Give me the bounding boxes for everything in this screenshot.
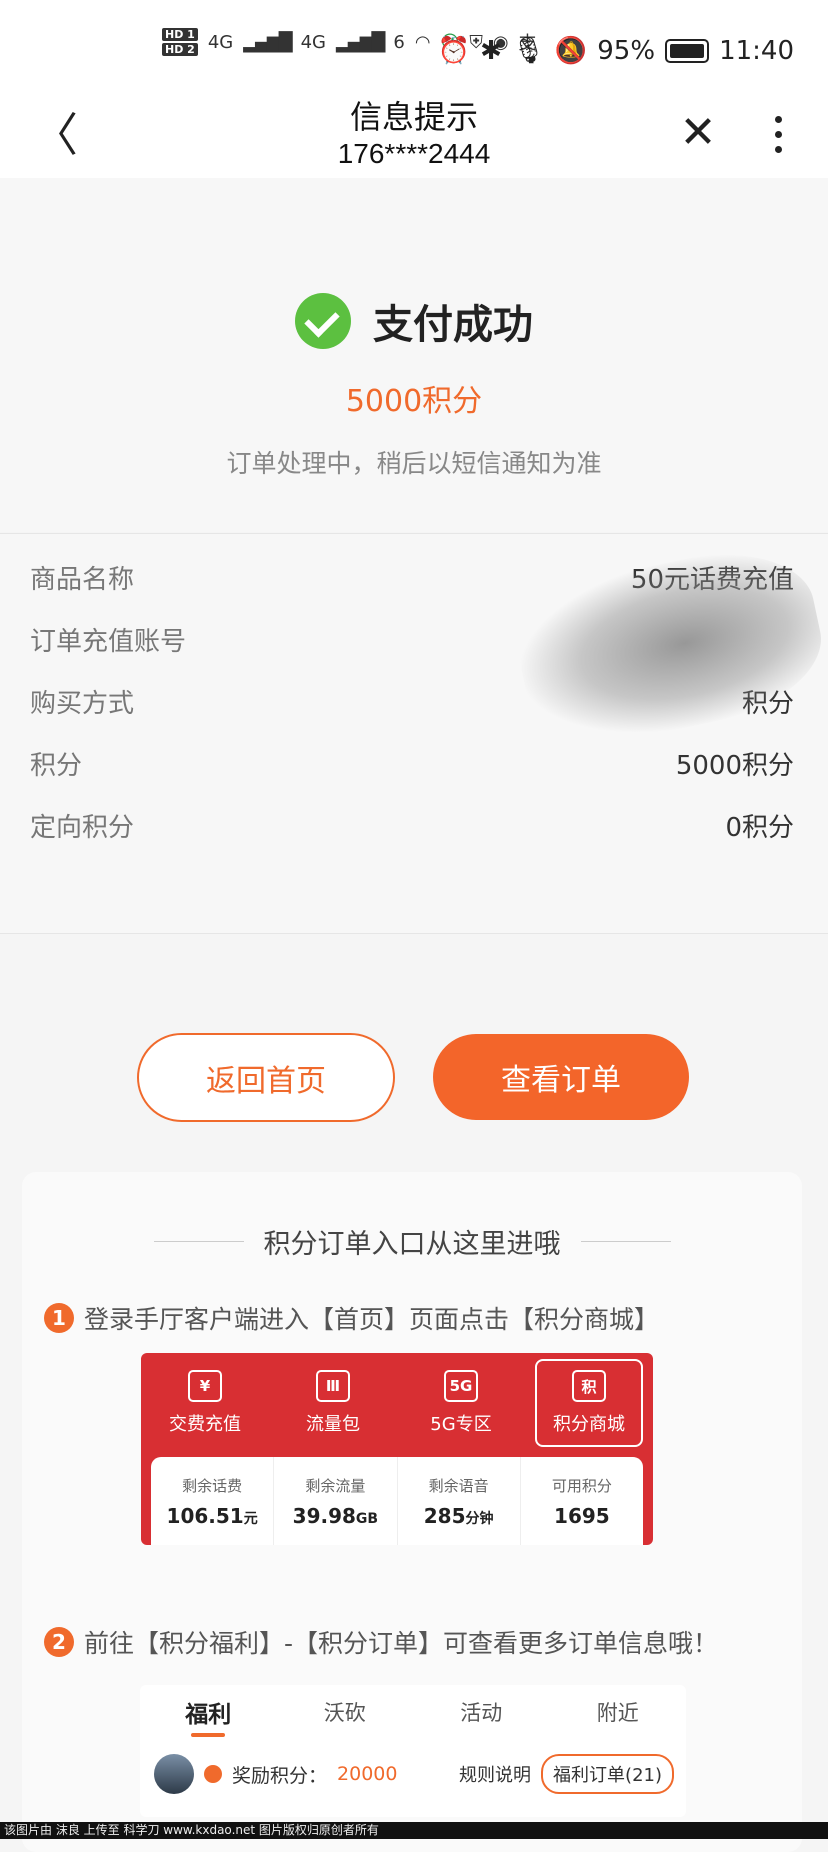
menu-label: 流量包	[306, 1414, 360, 1435]
stat-item: 剩余话费 106.51元	[151, 1457, 275, 1545]
detail-key: 购买方式	[30, 688, 135, 719]
mic-icon: 🎙	[511, 36, 545, 66]
menu-item: ¥ 交费充值	[141, 1353, 269, 1453]
stat-item: 可用积分 1695	[521, 1457, 643, 1545]
battery-percent: 95%	[597, 36, 656, 66]
status-right: ⏰ ✱ 🎙 🔕 95% 11:40	[438, 36, 794, 66]
detail-value: 5000积分	[675, 750, 794, 781]
watermark-footer: 该图片由 沫良 上传至 科学刀 www.kxdao.net 图片版权归原创者所有	[0, 1822, 828, 1839]
stat-label: 可用积分	[551, 1476, 612, 1495]
tab-nearby: 附近	[596, 1701, 639, 1725]
stat-label: 剩余话费	[182, 1476, 243, 1495]
menu-label: 5G专区	[430, 1414, 492, 1435]
divider	[153, 1241, 244, 1242]
wifi-label: 6	[393, 31, 405, 53]
welfare-orders-pill: 福利订单(21)	[541, 1754, 674, 1794]
detail-key: 积分	[30, 750, 83, 781]
stat-number: 39.98	[292, 1503, 356, 1528]
net1-label: 4G	[207, 31, 234, 53]
wifi-icon: ◠	[414, 31, 431, 53]
guide-title: 积分订单入口从这里进哦	[263, 1229, 561, 1260]
tab-activity: 活动	[460, 1701, 503, 1725]
alarm-icon: ⏰	[437, 36, 471, 66]
detail-value: 0积分	[725, 812, 794, 843]
divider	[580, 1241, 671, 1242]
balance-stats: 剩余话费 106.51元 剩余流量 39.98GB 剩余语音 285分钟 可用积…	[151, 1457, 643, 1545]
menu-label: 交费充值	[169, 1414, 241, 1435]
paid-amount: 5000积分	[345, 384, 483, 419]
stat-unit: GB	[355, 1510, 379, 1527]
welfare-tabs: 福利 沃砍 活动 附近	[140, 1685, 686, 1739]
detail-key: 订单充值账号	[30, 626, 187, 657]
welfare-screenshot: 福利 沃砍 活动 附近 奖励积分： 20000 规则说明 福利订单(21)	[140, 1685, 686, 1817]
stat-item: 剩余流量 39.98GB	[274, 1457, 398, 1545]
stat-value: 106.51元	[167, 1504, 258, 1528]
signal-icon: ▂▄▆█	[243, 31, 292, 53]
stat-number: 285	[423, 1503, 466, 1528]
tab-welfare: 福利	[140, 1685, 277, 1739]
status-bar: HD 1 HD 2 4G ▂▄▆█ 4G ▂▄▆█ 6 ◠ ☺ ⛨ ◉ 支 ⏰ …	[0, 0, 828, 100]
signal-icon-2: ▂▄▆█	[336, 31, 385, 53]
menu-item: Ⅲ 流量包	[269, 1353, 397, 1453]
stat-value: 39.98GB	[293, 1504, 378, 1528]
reward-row: 奖励积分： 20000 规则说明 福利订单(21)	[154, 1751, 674, 1797]
payment-result: 支付成功 5000积分 订单处理中，稍后以短信通知为准	[0, 178, 828, 532]
menu-item-highlighted: 积 积分商城	[535, 1359, 643, 1447]
order-details: 商品名称 50元话费充值 订单充值账号 购买方式 积分 积分 5000积分 定向…	[0, 533, 828, 934]
processing-note: 订单处理中，稍后以短信通知为准	[226, 449, 602, 478]
stat-number: 106.51	[166, 1503, 244, 1528]
detail-key: 定向积分	[30, 812, 135, 843]
stat-value: 285分钟	[424, 1504, 494, 1528]
stat-number: 1695	[554, 1503, 610, 1528]
success-text: 支付成功	[373, 302, 533, 348]
action-buttons: 返回首页 查看订单	[0, 1030, 828, 1126]
rules-link: 规则说明	[459, 1765, 532, 1786]
clock: 11:40	[719, 36, 794, 66]
step-number-icon: 1	[44, 1303, 74, 1333]
hd1-label: HD 1	[162, 28, 198, 41]
data-package-icon: Ⅲ	[316, 1370, 350, 1402]
home-menu: ¥ 交费充值 Ⅲ 流量包 5G 5G专区 积 积分商城	[141, 1353, 653, 1453]
stat-unit: 分钟	[465, 1510, 494, 1527]
stat-unit: 元	[243, 1510, 258, 1527]
step-text: 前往【积分福利】-【积分订单】可查看更多订单信息哦！	[84, 1629, 719, 1658]
menu-item: 5G 5G专区	[397, 1353, 525, 1453]
reward-value: 20000	[337, 1763, 398, 1785]
hd-icon: HD 1 HD 2	[162, 28, 198, 56]
reward-label: 奖励积分：	[232, 1764, 328, 1787]
stat-value: 1695	[554, 1504, 610, 1528]
home-screenshot: ¥ 交费充值 Ⅲ 流量包 5G 5G专区 积 积分商城 剩余话费 106.51元…	[141, 1353, 653, 1545]
battery-icon	[665, 39, 710, 63]
points-mall-icon: 积	[572, 1370, 606, 1402]
guide-title-row: 积分订单入口从这里进哦	[22, 1222, 802, 1261]
coin-icon	[204, 1765, 222, 1783]
detail-key: 商品名称	[30, 564, 135, 595]
stat-label: 剩余流量	[305, 1476, 366, 1495]
stat-label: 剩余语音	[428, 1476, 489, 1495]
step-text: 登录手厅客户端进入【首页】页面点击【积分商城】	[84, 1305, 660, 1334]
guide-step-2: 2 前往【积分福利】-【积分订单】可查看更多订单信息哦！	[44, 1624, 718, 1660]
payment-icon: ¥	[188, 1370, 222, 1402]
stat-item: 剩余语音 285分钟	[398, 1457, 521, 1545]
net2-label: 4G	[300, 31, 327, 53]
detail-row: 定向积分 0积分	[30, 800, 794, 850]
close-icon[interactable]: ✕	[670, 100, 726, 164]
guide-step-1: 1 登录手厅客户端进入【首页】页面点击【积分商城】	[44, 1300, 659, 1336]
tab-wokan: 沃砍	[323, 1701, 366, 1725]
view-order-button[interactable]: 查看订单	[433, 1034, 689, 1120]
bluetooth-icon: ✱	[480, 36, 502, 66]
mute-icon: 🔕	[554, 36, 588, 66]
nav-bar: 〈 信息提示 176****2444 ✕	[0, 98, 828, 178]
more-icon[interactable]	[760, 104, 796, 164]
back-home-button[interactable]: 返回首页	[137, 1033, 395, 1122]
step-number-icon: 2	[44, 1627, 74, 1657]
detail-row: 积分 5000积分	[30, 738, 794, 788]
menu-label: 积分商城	[553, 1414, 625, 1435]
avatar	[154, 1754, 194, 1794]
hd2-label: HD 2	[162, 43, 198, 56]
success-row: 支付成功	[0, 292, 828, 350]
5g-icon: 5G	[444, 1370, 478, 1402]
check-circle-icon	[295, 293, 351, 349]
